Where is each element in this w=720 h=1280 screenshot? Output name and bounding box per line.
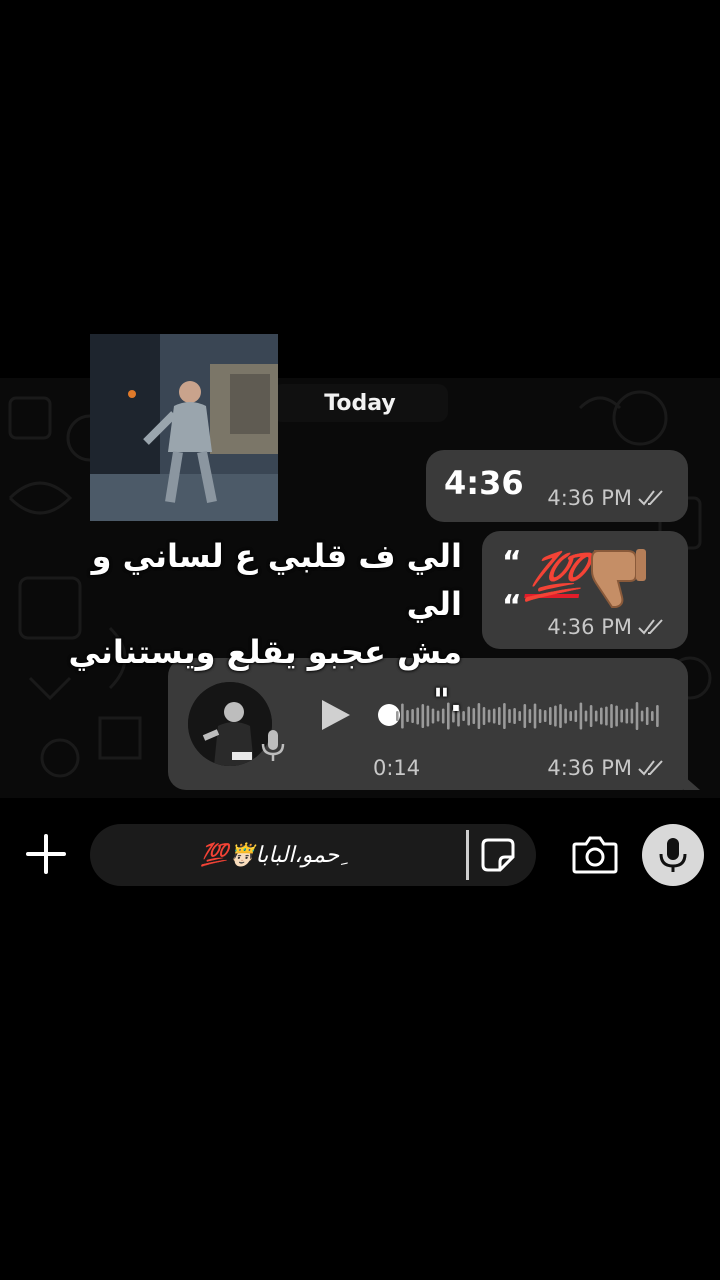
message-input-text: ِحمو،البابا🤴🏻💯	[200, 842, 340, 868]
double-check-icon	[638, 619, 663, 635]
camera-icon[interactable]	[572, 834, 618, 874]
message-text: 4:36	[444, 464, 524, 502]
date-divider: Today	[272, 384, 448, 422]
waveform-bar	[503, 703, 506, 729]
waveform-bar	[513, 708, 516, 724]
waveform-bar	[508, 709, 511, 723]
waveform-bar	[574, 710, 578, 722]
thumbs-down-icon	[591, 549, 646, 608]
waveform-bar	[640, 710, 644, 722]
waveform-bar	[635, 702, 639, 730]
message-time: 4:36 PM	[547, 486, 632, 510]
sticker-icon[interactable]	[480, 837, 516, 873]
message-bubble-emoji[interactable]: “ “ 💯 4:36 PM	[482, 531, 688, 649]
waveform-bar	[589, 705, 593, 727]
waveform-bar	[630, 708, 634, 724]
waveform-bar	[651, 711, 654, 721]
waveform-bar	[498, 707, 501, 725]
waveform-bar	[492, 708, 496, 724]
message-time: 4:36 PM	[547, 756, 632, 780]
photo-image	[90, 334, 278, 521]
waveform-bar	[579, 702, 583, 730]
record-voice-button[interactable]	[642, 824, 704, 886]
waveform-bar	[528, 709, 532, 723]
message-time: 4:36 PM	[547, 615, 632, 639]
waveform-bar	[594, 710, 598, 722]
message-input[interactable]: ِحمو،البابا🤴🏻💯	[90, 824, 536, 886]
caption-line-2: مش عجبو يقلع ويستناني ."	[68, 633, 462, 719]
waveform-bar	[523, 704, 527, 728]
waveform-bar	[549, 707, 552, 725]
waveform-bar	[533, 703, 537, 729]
text-caret	[466, 830, 469, 880]
waveform-bar	[584, 710, 588, 722]
waveform-bar	[625, 708, 629, 724]
waveform-bar	[645, 707, 649, 725]
message-bubble-text[interactable]: 4:36 4:36 PM	[426, 450, 688, 522]
hundred-points-emoji: 💯	[523, 549, 588, 603]
quote-mark-bottom: “	[502, 589, 522, 624]
waveform-bar	[569, 711, 572, 721]
shared-photo[interactable]	[90, 334, 278, 521]
plus-icon[interactable]	[24, 832, 68, 876]
waveform-bar	[543, 710, 547, 722]
waveform-bar	[559, 704, 562, 728]
double-check-icon	[638, 490, 663, 506]
screen: Today 4:36 4:36 PM “ “ 💯 4:36 PM 0:14 4:…	[0, 0, 720, 1280]
waveform-bar	[656, 705, 659, 727]
mic-icon	[261, 730, 285, 761]
quote-mark-top: “	[502, 545, 522, 580]
waveform-bar	[467, 706, 470, 726]
waveform-bar	[472, 708, 476, 724]
waveform-bar	[615, 705, 618, 727]
waveform-bar	[564, 708, 567, 724]
waveform-bar	[482, 707, 486, 725]
message-meta: 4:36 PM	[547, 756, 668, 780]
waveform-bar	[487, 709, 491, 723]
waveform-bar	[554, 705, 557, 727]
overlay-caption: الي ف قلبي ع لساني و الي مش عجبو يقلع وي…	[30, 532, 462, 724]
mic-icon	[659, 838, 687, 872]
caption-line-1: الي ف قلبي ع لساني و الي	[91, 537, 462, 623]
message-meta: 4:36 PM	[547, 486, 668, 510]
waveform-bar	[620, 709, 623, 723]
date-divider-label: Today	[324, 390, 396, 416]
waveform-bar	[477, 703, 481, 729]
waveform-bar	[600, 707, 603, 725]
waveform-bar	[538, 709, 542, 723]
waveform-bar	[605, 706, 608, 726]
waveform-bar	[518, 711, 521, 721]
waveform-bar	[462, 711, 465, 721]
waveform-bar	[610, 704, 613, 728]
voice-duration: 0:14	[373, 756, 421, 780]
double-check-icon	[638, 760, 663, 776]
message-meta: 4:36 PM	[547, 615, 668, 639]
